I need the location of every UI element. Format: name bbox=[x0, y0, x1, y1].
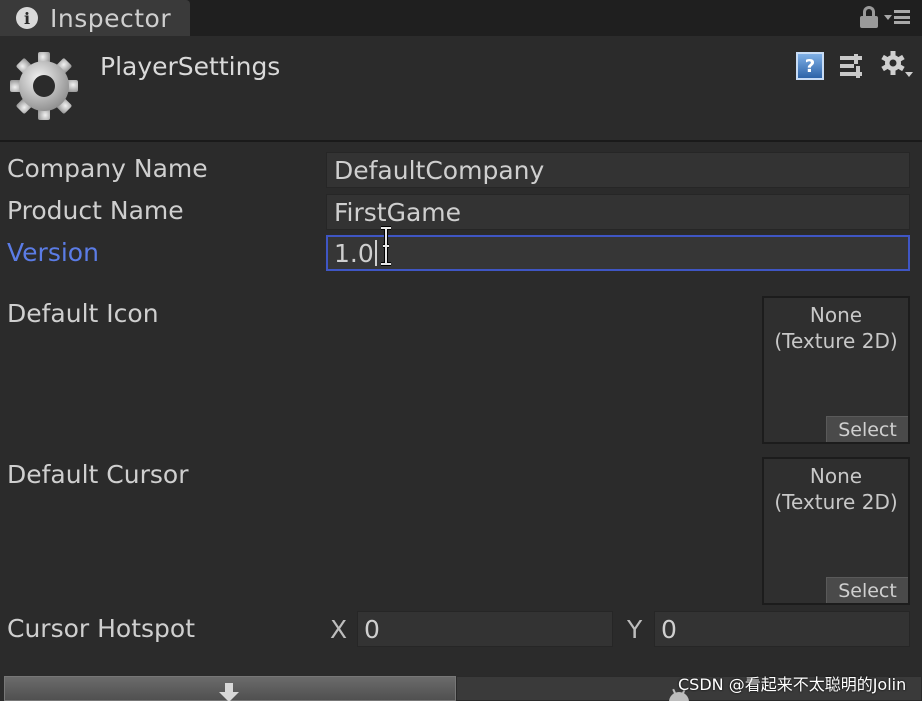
hotspot-y-label: Y bbox=[627, 615, 643, 644]
hotspot-y-field[interactable]: 0 bbox=[654, 611, 910, 647]
tab-bar: i Inspector bbox=[0, 0, 922, 36]
default-cursor-slot-text: None (Texture 2D) bbox=[764, 463, 908, 515]
tab-label: Inspector bbox=[50, 3, 172, 33]
version-field[interactable]: 1.0 bbox=[326, 235, 910, 271]
product-name-value: FirstGame bbox=[334, 197, 462, 227]
product-name-field[interactable]: FirstGame bbox=[326, 194, 910, 230]
inspector-window: i Inspector PlayerSettings ? Company Nam… bbox=[0, 0, 922, 701]
cog-icon bbox=[10, 52, 78, 120]
cursor-hotspot-label: Cursor Hotspot bbox=[7, 614, 196, 643]
company-name-field[interactable]: DefaultCompany bbox=[326, 152, 910, 188]
lock-icon[interactable] bbox=[860, 6, 878, 28]
tab-bar-controls bbox=[860, 6, 910, 28]
company-name-label: Company Name bbox=[7, 154, 208, 183]
tab-inspector[interactable]: i Inspector bbox=[0, 0, 190, 36]
platform-tab-standalone[interactable] bbox=[4, 676, 456, 701]
hotspot-y-value: 0 bbox=[661, 614, 677, 644]
default-icon-select-button[interactable]: Select bbox=[826, 416, 908, 442]
default-cursor-slot-line2: (Texture 2D) bbox=[774, 490, 898, 514]
info-icon: i bbox=[16, 7, 38, 29]
hotspot-x-field[interactable]: 0 bbox=[357, 611, 613, 647]
ibeam-cursor-icon bbox=[381, 226, 391, 266]
product-name-label: Product Name bbox=[7, 196, 184, 225]
default-icon-slot-line2: (Texture 2D) bbox=[774, 329, 898, 353]
version-value: 1.0 bbox=[334, 238, 374, 268]
default-icon-label: Default Icon bbox=[7, 299, 159, 328]
download-icon bbox=[219, 683, 239, 701]
component-title: PlayerSettings bbox=[100, 52, 281, 81]
menu-icon[interactable] bbox=[884, 10, 910, 24]
help-icon[interactable]: ? bbox=[796, 52, 824, 80]
default-cursor-select-button[interactable]: Select bbox=[826, 577, 908, 603]
text-caret bbox=[374, 240, 377, 266]
default-cursor-slot-line1: None bbox=[809, 464, 863, 488]
company-name-value: DefaultCompany bbox=[334, 155, 545, 185]
default-cursor-label: Default Cursor bbox=[7, 460, 189, 489]
settings-icon[interactable] bbox=[880, 50, 914, 80]
hotspot-x-value: 0 bbox=[364, 614, 380, 644]
default-icon-slot[interactable]: None (Texture 2D) Select bbox=[762, 296, 910, 444]
default-cursor-slot[interactable]: None (Texture 2D) Select bbox=[762, 457, 910, 605]
preset-icon[interactable] bbox=[838, 52, 866, 80]
hotspot-x-label: X bbox=[330, 615, 348, 644]
default-icon-slot-line1: None bbox=[809, 303, 863, 327]
inspector-header: PlayerSettings ? bbox=[0, 36, 922, 142]
default-icon-slot-text: None (Texture 2D) bbox=[764, 302, 908, 354]
watermark-text: CSDN @看起来不太聪明的Jolin bbox=[678, 675, 907, 694]
version-label: Version bbox=[7, 238, 99, 267]
